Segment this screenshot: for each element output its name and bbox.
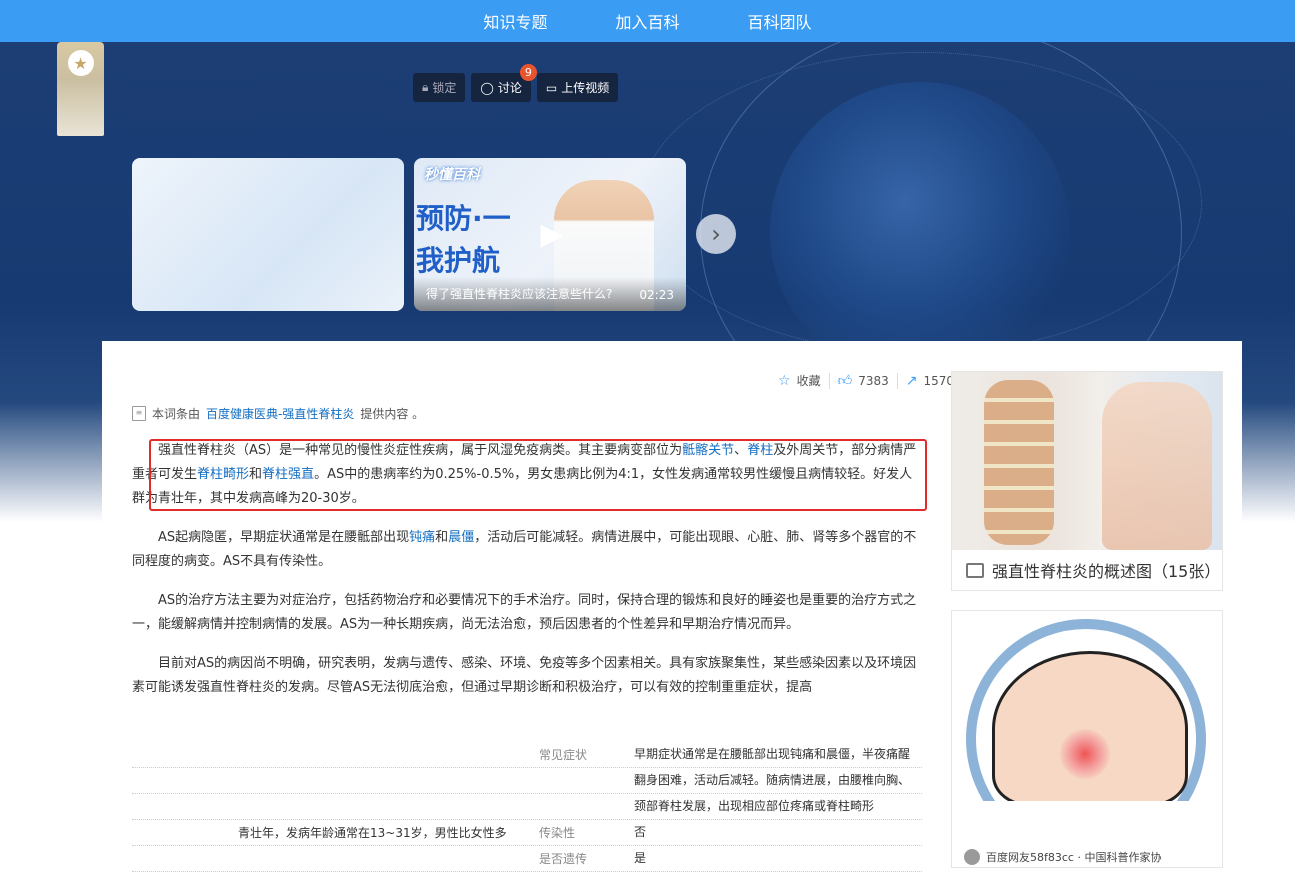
link-dull-pain[interactable]: 钝痛 — [409, 530, 435, 545]
highlight-annotation — [149, 439, 927, 511]
info-left-cell — [132, 794, 532, 819]
video-slogan-line-1: 预防·一 — [416, 202, 511, 235]
info-left-cell — [132, 846, 532, 871]
video-duration: 02:23 — [639, 288, 674, 302]
top-nav: 知识专题 加入百科 百科团队 — [0, 0, 1295, 42]
info-key: 是否遗传 — [539, 852, 588, 866]
text: AS起病隐匿，早期症状通常是在腰骶部出现 — [158, 530, 410, 545]
table-row: 青壮年，发病年龄通常在13~31岁，男性比女性多 传染性 否 — [132, 820, 922, 846]
source-suffix: 提供内容 。 — [360, 407, 425, 421]
video-title: 得了强直性脊柱炎应该注意些什么? — [426, 287, 613, 301]
chevron-right-icon: › — [711, 220, 721, 248]
album-image — [952, 372, 1222, 550]
video-slogan: 预防·一 我护航 — [416, 198, 511, 282]
discuss-count-badge: 9 — [519, 64, 537, 81]
star-outline-icon: ☆ — [778, 372, 791, 389]
video-slogan-line-2: 我护航 — [416, 244, 501, 277]
info-value: 否 — [634, 825, 647, 839]
back-illustration — [1102, 382, 1212, 550]
table-row: 颈部脊柱发展，出现相应部位疼痛或脊柱畸形 — [132, 794, 922, 820]
video-logo: 秒懂百科 — [424, 167, 480, 183]
globe-graphic — [770, 82, 1070, 382]
favorite-label: 收藏 — [796, 374, 821, 388]
info-left-cell — [132, 768, 532, 793]
info-key — [532, 794, 634, 819]
table-row: 翻身困难，活动后减轻。随病情进展，由腰椎向胸、 — [132, 768, 922, 794]
info-key — [532, 768, 634, 793]
table-row: 常见症状 早期症状通常是在腰骶部出现钝痛和晨僵，半夜痛醒 — [132, 742, 922, 768]
related-image — [952, 611, 1220, 801]
share-count: 1570 — [923, 373, 955, 388]
info-key: 传染性 — [539, 826, 576, 840]
chat-bubble-icon: ◯ — [480, 80, 494, 95]
spine-illustration — [984, 380, 1054, 545]
info-left-cell: 青壮年，发病年龄通常在13~31岁，男性比女性多 — [238, 826, 507, 840]
article-paragraph-2: AS起病隐匿，早期症状通常是在腰骶部出现钝痛和晨僵，活动后可能减轻。病情进展中，… — [132, 526, 921, 574]
article-paragraph-3: AS的治疗方法主要为对症治疗，包括药物治疗和必要情况下的手术治疗。同时，保持合理… — [132, 593, 917, 632]
info-left-cell — [132, 742, 532, 767]
gallery-icon — [966, 562, 984, 578]
upload-video-label: 上传视频 — [561, 81, 610, 95]
like-count: 7383 — [858, 373, 889, 388]
lock-label: 锁定 — [432, 81, 457, 95]
content-source: ≡ 本词条由 百度健康医典-强直性脊柱炎 提供内容 。 — [132, 405, 424, 422]
back-pain-illustration — [992, 651, 1188, 801]
text: 和 — [435, 530, 449, 545]
source-prefix: 本词条由 — [152, 407, 201, 421]
play-icon[interactable]: ▶ — [534, 216, 570, 252]
discuss-button[interactable]: ◯ 讨论 9 — [471, 64, 537, 102]
avatar — [964, 849, 980, 865]
table-row: 是否遗传 是 — [132, 846, 922, 872]
info-table: 常见症状 早期症状通常是在腰骶部出现钝痛和晨僵，半夜痛醒 翻身困难，活动后减轻。… — [132, 742, 922, 872]
share-icon: ↗ — [905, 372, 918, 389]
source-link[interactable]: 百度健康医典-强直性脊柱炎 — [206, 405, 354, 422]
lock-button[interactable]: 🔒︎ 锁定 — [413, 73, 466, 102]
fade-overlay — [132, 690, 932, 740]
author-name: 百度网友58f83cc · 中国科普作家协 — [986, 851, 1162, 864]
like-button[interactable]: 👍︎ 7383 — [830, 372, 897, 389]
nav-item-join[interactable]: 加入百科 — [615, 9, 679, 33]
nav-item-team[interactable]: 百科团队 — [748, 9, 812, 33]
info-value: 早期症状通常是在腰骶部出现钝痛和晨僵，半夜痛醒 — [634, 747, 911, 761]
document-icon: ≡ — [132, 406, 146, 421]
carousel-next-button[interactable]: › — [696, 214, 736, 254]
video-card-2[interactable]: 秒懂百科 预防·一 我护航 ▶ 得了强直性脊柱炎应该注意些什么? 02:23 — [414, 158, 686, 311]
favorite-button[interactable]: ☆ 收藏 — [770, 372, 829, 389]
album-card[interactable]: 强直性脊柱炎的概述图（15张） — [951, 371, 1223, 591]
pain-spot — [1060, 729, 1110, 779]
nav-item-topics[interactable]: 知识专题 — [483, 9, 547, 33]
info-value: 是 — [634, 851, 647, 865]
video-card-1[interactable] — [132, 158, 404, 311]
info-value: 颈部脊柱发展，出现相应部位疼痛或脊柱畸形 — [634, 799, 875, 813]
album-title: 强直性脊柱炎的概述图（15张） — [992, 562, 1221, 581]
video-camera-icon: ▭ — [545, 80, 558, 95]
video-caption-bar: 得了强直性脊柱炎应该注意些什么? 02:23 — [414, 277, 686, 311]
related-image-card[interactable]: 百度网友58f83cc · 中国科普作家协 — [951, 610, 1223, 868]
album-title-bar: 强直性脊柱炎的概述图（15张） — [952, 550, 1222, 590]
star-icon: ★ — [67, 50, 94, 76]
upload-video-button[interactable]: ▭ 上传视频 — [536, 73, 619, 102]
thumbs-up-icon: 👍︎ — [837, 373, 853, 389]
link-morning-stiffness[interactable]: 晨僵 — [448, 530, 474, 545]
featured-badge: ★ — [57, 42, 104, 136]
info-value: 翻身困难，活动后减轻。随病情进展，由腰椎向胸、 — [634, 773, 911, 787]
info-key: 常见症状 — [539, 748, 588, 762]
lock-icon: 🔒︎ — [422, 80, 429, 94]
discuss-label: 讨论 — [497, 81, 522, 95]
entry-actions: 🔒︎ 锁定 ◯ 讨论 9 ▭ 上传视频 — [413, 64, 619, 102]
author-line: 百度网友58f83cc · 中国科普作家协 — [964, 849, 1161, 865]
entry-stats: ☆ 收藏 👍︎ 7383 ↗ 1570 — [770, 372, 962, 389]
